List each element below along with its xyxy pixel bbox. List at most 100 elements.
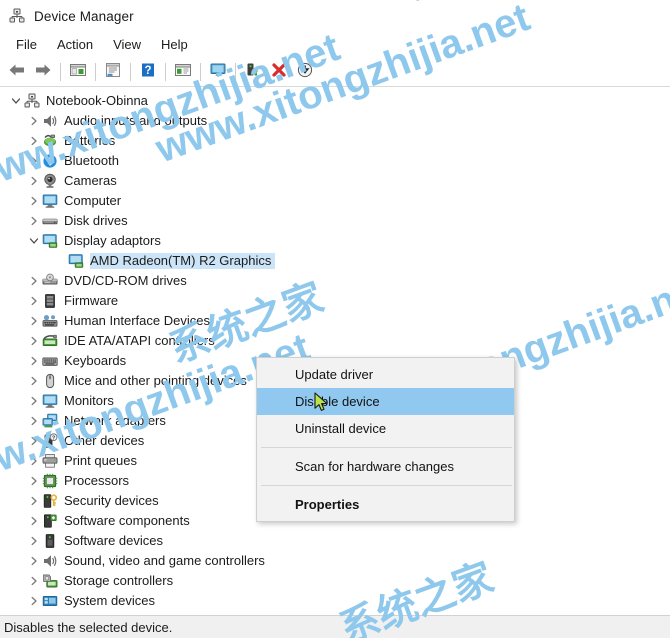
chevron-right-icon[interactable]: [26, 511, 42, 531]
show-hide-action-pane-button[interactable]: [170, 60, 196, 84]
context-menu-item-update-driver[interactable]: Update driver: [257, 361, 514, 388]
tree-item[interactable]: Firmware: [0, 291, 670, 311]
menu-file[interactable]: File: [6, 34, 47, 56]
device-manager-window: Device Manager File Action View Help ? N…: [0, 0, 670, 638]
tree-item[interactable]: AMD Radeon(TM) R2 Graphics: [0, 251, 670, 271]
toolbar-separator-4: [165, 63, 166, 81]
tree-item[interactable]: Software devices: [0, 531, 670, 551]
chevron-down-icon[interactable]: [26, 231, 42, 251]
other-device-icon: ?: [42, 433, 58, 449]
forward-button[interactable]: [30, 60, 56, 84]
menu-help[interactable]: Help: [151, 34, 198, 56]
update-driver-button[interactable]: [240, 60, 266, 84]
chevron-right-icon[interactable]: [26, 371, 42, 391]
chevron-right-icon[interactable]: [26, 191, 42, 211]
context-menu-item-properties[interactable]: Properties: [257, 491, 514, 518]
menu-view[interactable]: View: [103, 34, 151, 56]
chevron-right-icon[interactable]: [26, 311, 42, 331]
tree-item[interactable]: Storage controllers: [0, 571, 670, 591]
tree-item[interactable]: IDE ATA/ATAPI controllers: [0, 331, 670, 351]
chevron-right-icon[interactable]: [26, 111, 42, 131]
tree-item[interactable]: Bluetooth: [0, 151, 670, 171]
system-device-icon: [42, 593, 58, 609]
speaker-icon: [42, 113, 58, 129]
tree-item[interactable]: Computer: [0, 191, 670, 211]
camera-icon: [42, 173, 58, 189]
tree-item[interactable]: Human Interface Devices: [0, 311, 670, 331]
tree-item-label: Network adapters: [64, 413, 166, 428]
context-menu-item-disable-device[interactable]: Disable device: [257, 388, 514, 415]
help-button[interactable]: ?: [135, 60, 161, 84]
chevron-right-icon[interactable]: [26, 591, 42, 611]
toolbar-separator-2: [95, 63, 96, 81]
chevron-right-icon[interactable]: [26, 151, 42, 171]
chevron-right-icon[interactable]: [26, 411, 42, 431]
tree-item-label: Bluetooth: [64, 153, 119, 168]
status-text: Disables the selected device.: [4, 619, 173, 635]
disable-down-arrow-icon: [296, 62, 314, 83]
properties-button[interactable]: [100, 60, 126, 84]
menu-action[interactable]: Action: [47, 34, 103, 56]
tree-item-label: Audio inputs and outputs: [64, 113, 208, 128]
context-menu: Update driver Disable device Uninstall d…: [256, 357, 515, 522]
tree-item-label: Other devices: [64, 433, 145, 448]
disable-device-button[interactable]: [292, 60, 318, 84]
tree-item-label: Mice and other pointing devices: [64, 373, 247, 388]
tree-item-label: Firmware: [64, 293, 119, 308]
chevron-right-icon[interactable]: [26, 491, 42, 511]
chevron-right-icon[interactable]: [26, 391, 42, 411]
chevron-right-icon[interactable]: [26, 211, 42, 231]
tree-item[interactable]: Display adaptors: [0, 231, 670, 251]
computer-node-icon: [24, 93, 40, 109]
device-tree: Notebook-Obinna Audio inputs and outputs B…: [0, 89, 670, 615]
action-pane-icon: [174, 62, 192, 83]
tree-item[interactable]: Disk drives: [0, 211, 670, 231]
tree-item-label: Storage controllers: [64, 573, 174, 588]
monitor-scan-icon: [208, 62, 228, 83]
scan-for-hardware-changes-button[interactable]: [205, 60, 231, 84]
chevron-right-icon[interactable]: [26, 131, 42, 151]
chevron-down-icon[interactable]: [8, 91, 24, 111]
chevron-right-icon[interactable]: [26, 271, 42, 291]
tree-item[interactable]: DVD/CD-ROM drives: [0, 271, 670, 291]
tree-item-label: Keyboards: [64, 353, 127, 368]
tree-item[interactable]: Batteries: [0, 131, 670, 151]
help-question-icon: ?: [139, 62, 157, 83]
uninstall-device-button[interactable]: [266, 60, 292, 84]
chevron-right-icon[interactable]: [26, 331, 42, 351]
chevron-right-icon[interactable]: [26, 551, 42, 571]
mouse-icon: [42, 373, 58, 389]
chevron-right-icon[interactable]: [26, 431, 42, 451]
tree-item[interactable]: Sound, video and game controllers: [0, 551, 670, 571]
context-menu-item-scan-for-hardware-changes[interactable]: Scan for hardware changes: [257, 453, 514, 480]
red-x-icon: [270, 62, 288, 83]
tree-item[interactable]: Audio inputs and outputs: [0, 111, 670, 131]
back-button[interactable]: [4, 60, 30, 84]
chevron-right-icon[interactable]: [26, 351, 42, 371]
monitor-icon: [42, 393, 58, 409]
storage-controller-icon: [42, 573, 58, 589]
show-hide-console-tree-button[interactable]: [65, 60, 91, 84]
chevron-right-icon[interactable]: [26, 171, 42, 191]
software-device-icon: [42, 533, 58, 549]
battery-icon: [42, 133, 58, 149]
speaker-icon: [42, 553, 58, 569]
chevron-right-icon[interactable]: [26, 451, 42, 471]
tree-item-label: Print queues: [64, 453, 137, 468]
keyboard-icon: [42, 353, 58, 369]
chevron-right-icon[interactable]: [26, 471, 42, 491]
tree-item[interactable]: System devices: [0, 591, 670, 611]
tree-item[interactable]: Notebook-Obinna: [0, 91, 670, 111]
tree-item-label: IDE ATA/ATAPI controllers: [64, 333, 215, 348]
chevron-right-icon[interactable]: [26, 571, 42, 591]
chevron-right-icon[interactable]: [26, 531, 42, 551]
context-menu-item-uninstall-device[interactable]: Uninstall device: [257, 415, 514, 442]
chevron-right-icon[interactable]: [26, 291, 42, 311]
properties-icon: [104, 62, 122, 83]
console-tree-icon: [69, 62, 87, 83]
context-menu-separator-1: [261, 447, 512, 448]
tree-item[interactable]: Cameras: [0, 171, 670, 191]
status-bar: Disables the selected device.: [0, 615, 670, 638]
tree-item-label: Software components: [64, 513, 190, 528]
bluetooth-icon: [42, 153, 58, 169]
